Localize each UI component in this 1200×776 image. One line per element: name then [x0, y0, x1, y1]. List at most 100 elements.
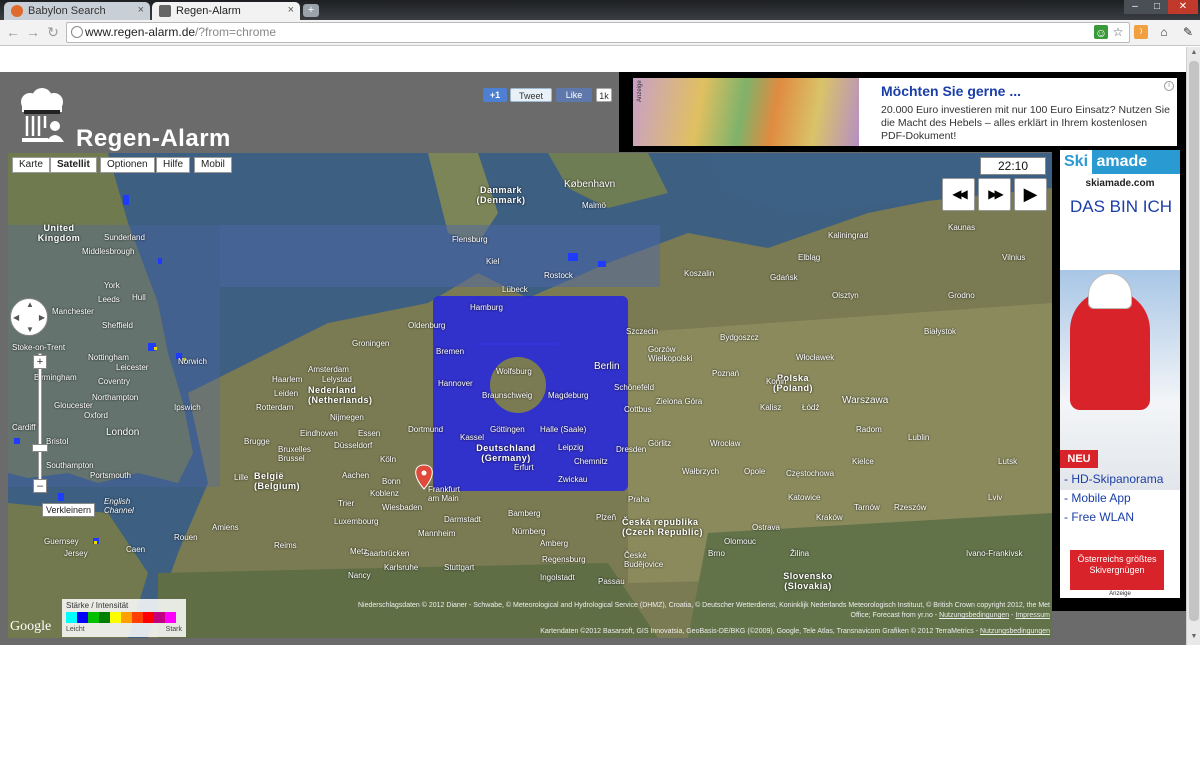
pan-down-icon[interactable]: ▼ [26, 325, 34, 334]
map-help-button[interactable]: Hilfe [156, 157, 191, 173]
copyright-line-3: Kartendaten ©2012 Basarsoft, GIS Innovat… [540, 628, 978, 635]
new-tab-button[interactable]: + [303, 4, 319, 17]
bookmark-star-icon[interactable]: ☆ [1110, 24, 1126, 40]
map-label-luxembourg: Luxembourg [334, 517, 379, 526]
tab-label: Regen-Alarm [176, 5, 241, 17]
map-label-brno: Brno [708, 549, 725, 558]
pan-right-icon[interactable]: ▶ [39, 313, 45, 322]
map-label-nederland: Nederland (Netherlands) [308, 385, 373, 405]
map-label-middlesbrough: Middlesbrough [82, 247, 135, 256]
map-label-rzeszow: Rzeszów [894, 503, 927, 512]
ad-headline[interactable]: Möchten Sie gerne ... [881, 83, 1021, 99]
map-label-walbrzych: Wałbrzych [682, 467, 720, 476]
ski-ad-url[interactable]: skiamade.com [1060, 178, 1180, 189]
map-label-deutschland: Deutschland (Germany) [476, 443, 536, 463]
tab-regen-alarm[interactable]: Regen-Alarm × [152, 2, 300, 20]
map-label-poznan: Poznań [712, 369, 740, 378]
wrench-menu-icon[interactable]: ✎ [1180, 24, 1196, 40]
page-scrollbar[interactable]: ▲ ▼ [1186, 47, 1200, 645]
map-label-gloucester: Gloucester [54, 401, 93, 410]
tab-babylon-search[interactable]: Babylon Search × [4, 2, 150, 20]
map-pan-control[interactable]: ▲ ◀ ▶ ▼ [10, 298, 48, 336]
map-terms-link[interactable]: Nutzungsbedingungen [980, 628, 1050, 635]
zoom-in-button[interactable]: + [33, 355, 47, 369]
map-label-cottbus: Cottbus [624, 405, 652, 414]
map-label-metz: Metz [350, 547, 368, 556]
pan-left-icon[interactable]: ◀ [13, 313, 19, 322]
map-label-ipswich: Ipswich [174, 403, 201, 412]
map-label-jersey: Jersey [64, 549, 88, 558]
map-label-bruxelles: Bruxelles Brussel [278, 445, 311, 463]
copyright-line-2: Office; Forecast from yr.no - Nutzungsbe… [850, 612, 1051, 619]
fast-forward-button[interactable]: ▶▶ [978, 178, 1011, 211]
maximize-button[interactable]: □ [1146, 0, 1168, 14]
ski-ad-cta[interactable]: Österreichs größtes Skivergnügen [1070, 550, 1164, 590]
ski-word: Ski [1060, 150, 1093, 174]
map-label-english-channel: English Channel [104, 497, 134, 515]
map-label-london: London [106, 427, 140, 438]
top-advertisement[interactable]: Anzeige Möchten Sie gerne ... 20.000 Eur… [619, 72, 1186, 152]
map-label-lodz: Łódź [802, 403, 820, 412]
map-label-stuttgart: Stuttgart [444, 563, 475, 572]
ski-amade-banner[interactable]: Ski amade skiamade.com DAS BIN ICH NEU -… [1060, 150, 1180, 598]
zoom-slider-thumb[interactable] [32, 444, 48, 452]
map-label-uk: United Kingdom [37, 223, 81, 243]
map-label-regensburg: Regensburg [542, 555, 586, 564]
reload-icon[interactable]: ↻ [44, 23, 62, 41]
scroll-down-icon[interactable]: ▼ [1189, 633, 1199, 640]
pan-up-icon[interactable]: ▲ [26, 300, 34, 309]
back-arrow-icon[interactable]: ← [4, 23, 22, 41]
map-label-tarnow: Tarnów [854, 503, 880, 512]
map-label-slovensko: Slovensko (Slovakia) [783, 571, 833, 591]
map-label-passau: Passau [598, 577, 625, 586]
tweet-button[interactable]: Tweet [510, 88, 552, 102]
extension-icon[interactable]: ⌂ [1156, 24, 1172, 40]
url-host: www.regen-alarm.de [85, 25, 196, 39]
play-button[interactable]: ▶ [1014, 178, 1047, 211]
legend-title: Stärke / Intensität [66, 601, 129, 610]
zoom-slider-track[interactable] [38, 353, 42, 483]
rain-radar-map[interactable]: United Kingdom Danmark (Denmark) Nederla… [8, 153, 1052, 638]
feature-mobile-app: - Mobile App [1064, 491, 1131, 505]
google-plusone-button[interactable]: +1 [483, 88, 507, 102]
close-tab-icon[interactable]: × [288, 4, 294, 16]
map-label-plzen: Plzeň [596, 513, 617, 522]
map-label-kiel: Kiel [486, 257, 500, 266]
top-ad-banner[interactable]: Anzeige Möchten Sie gerne ... 20.000 Eur… [633, 78, 1177, 146]
map-type-karte[interactable]: Karte [12, 157, 50, 173]
map-mobile-button[interactable]: Mobil [194, 157, 232, 173]
right-advertisement[interactable]: Ski amade skiamade.com DAS BIN ICH NEU -… [1052, 146, 1186, 611]
map-label-konin: Konin [766, 377, 787, 386]
map-options-button[interactable]: Optionen [100, 157, 155, 173]
terms-link[interactable]: Nutzungsbedingungen [939, 612, 1009, 619]
forward-arrow-icon[interactable]: → [24, 23, 42, 41]
rss-icon[interactable]: ⁾ [1134, 25, 1148, 40]
close-tab-icon[interactable]: × [138, 4, 144, 16]
scrollbar-thumb[interactable] [1189, 61, 1199, 621]
zoom-out-button[interactable]: – [33, 479, 47, 493]
map-label-leiden: Leiden [274, 389, 299, 398]
map-type-satellit[interactable]: Satellit [50, 157, 97, 173]
map-label-rostock: Rostock [544, 271, 573, 280]
scroll-up-icon[interactable]: ▲ [1189, 49, 1199, 56]
close-window-button[interactable]: ✕ [1168, 0, 1198, 14]
google-logo[interactable]: Google [10, 619, 51, 635]
map-label-zilina: Žilina [790, 549, 810, 558]
facebook-like-button[interactable]: Like [556, 88, 592, 102]
ad-label: Anzeige [637, 80, 643, 102]
ski-amade-logo[interactable]: Ski amade [1060, 150, 1180, 174]
map-label-dusseldorf: Düsseldorf [334, 441, 373, 450]
ad-info-icon[interactable]: i [1164, 81, 1174, 91]
extension-badge-icon[interactable]: ☺ [1094, 25, 1108, 40]
site-title[interactable]: Regen-Alarm [76, 125, 231, 153]
map-label-katowice: Katowice [788, 493, 821, 502]
minimize-button[interactable]: – [1124, 0, 1146, 14]
map-label-coventry: Coventry [98, 377, 131, 386]
ad-body[interactable]: 20.000 Euro investieren mit nur 100 Euro… [881, 104, 1171, 143]
imprint-link[interactable]: Impressum [1015, 612, 1050, 619]
address-bar[interactable]: www.regen-alarm.de/?from=chrome [66, 22, 1130, 43]
rewind-button[interactable]: ◀◀ [942, 178, 975, 211]
map-label-kaliningrad: Kaliningrad [828, 231, 869, 240]
map-label-berlin: Berlin [594, 361, 620, 372]
map-label-frankfurt: Frankfurt am Main [428, 485, 461, 503]
